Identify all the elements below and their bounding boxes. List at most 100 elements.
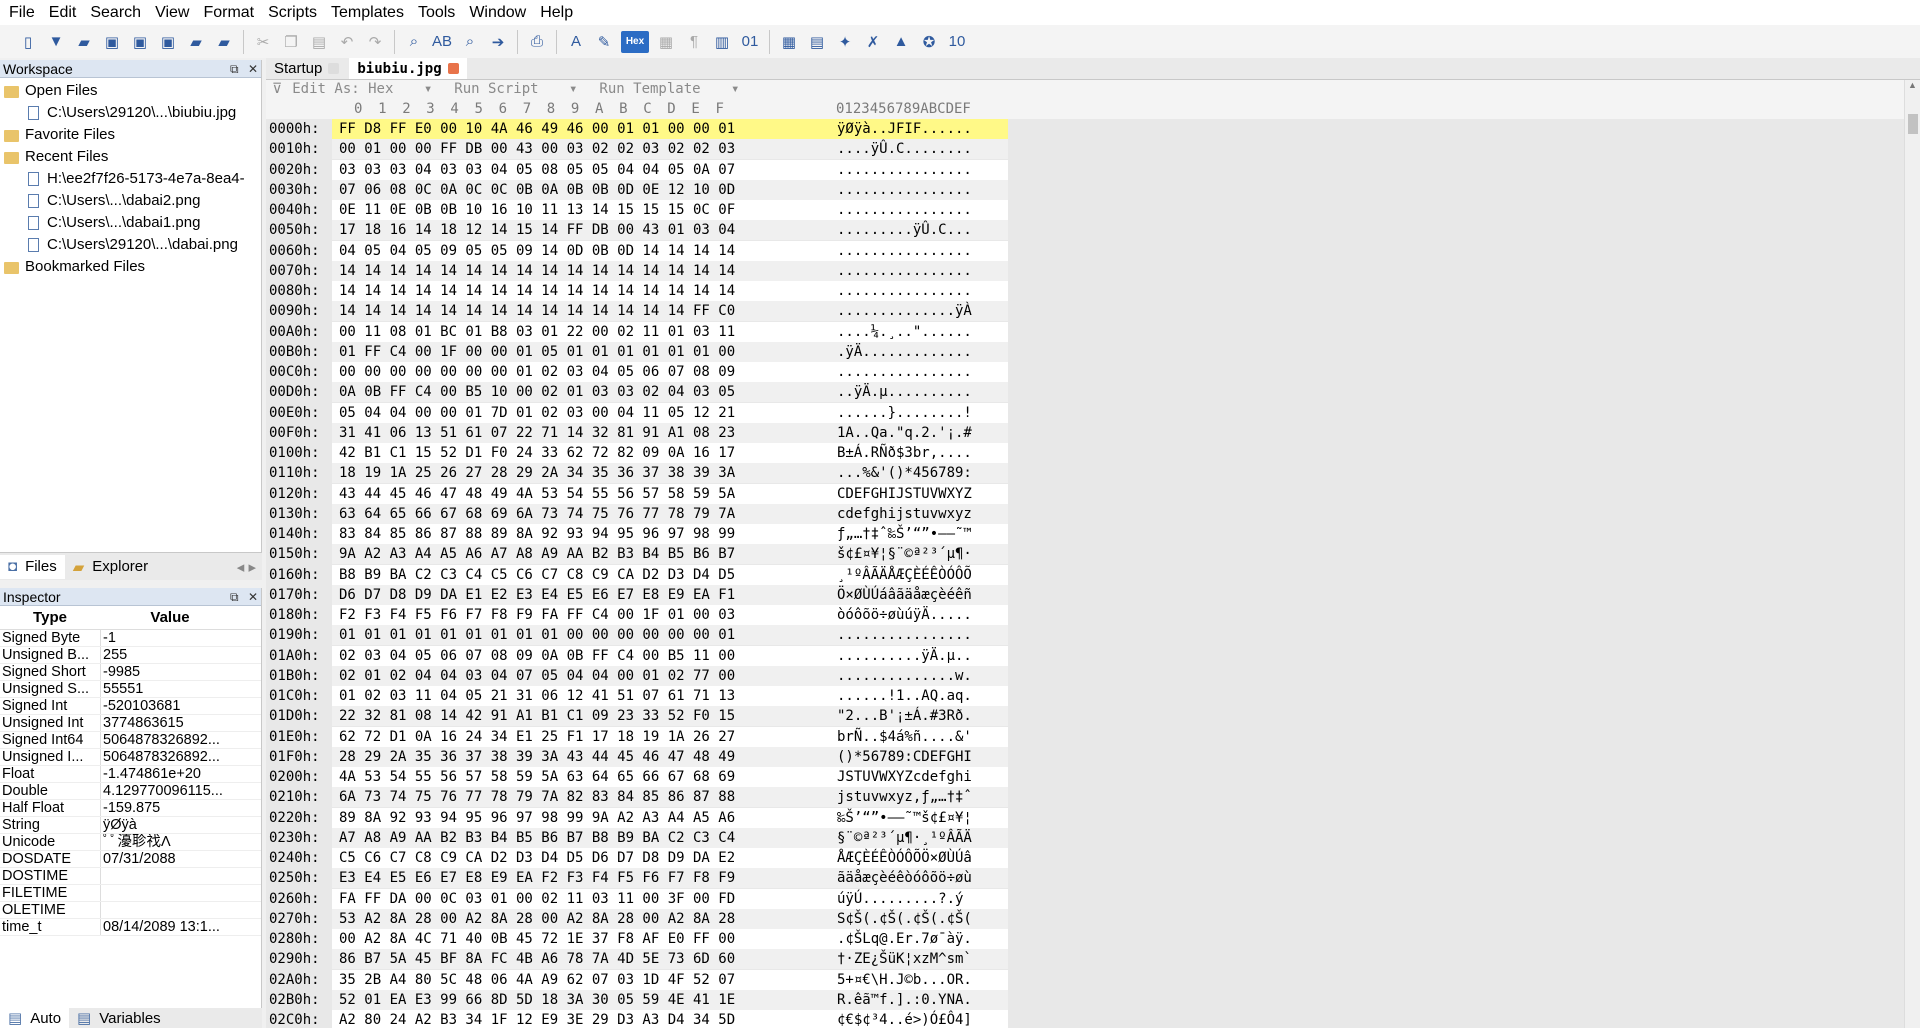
hex-row[interactable]: 0150h: 9A A2 A3 A4 A5 A6 A7 A8 A9 AA B2 B… [266, 544, 1904, 565]
row-ascii[interactable]: úÿÚ.........?.ý [834, 888, 1008, 909]
row-ascii[interactable]: ................ [834, 200, 1008, 220]
inspector-value[interactable]: -520103681 [100, 698, 240, 714]
row-hex-bytes[interactable]: 01 02 03 11 04 05 21 31 06 12 41 51 07 6… [332, 686, 834, 706]
row-hex-bytes[interactable]: 00 01 00 00 FF DB 00 43 00 03 02 02 03 0… [332, 139, 834, 160]
inspector-value[interactable] [100, 885, 240, 901]
row-hex-bytes[interactable]: E3 E4 E5 E6 E7 E8 E9 EA F2 F3 F4 F5 F6 F… [332, 868, 834, 889]
value-column-header[interactable]: Value [100, 606, 240, 629]
tab-variables[interactable]: ▤ Variables [69, 1006, 169, 1028]
scroll-thumb[interactable] [1908, 114, 1918, 134]
hex-row[interactable]: 0010h: 00 01 00 00 FF DB 00 43 00 03 02 0… [266, 139, 1904, 160]
inspector-row[interactable]: Unsigned S... 55551 [0, 681, 261, 698]
hex-row[interactable]: 00C0h: 00 00 00 00 00 00 00 01 02 03 04 0… [266, 362, 1904, 382]
row-hex-bytes[interactable]: 6A 73 74 75 76 77 78 79 7A 82 83 84 85 8… [332, 787, 834, 808]
tab-auto[interactable]: ▤ Auto [0, 1006, 70, 1028]
tree-folder[interactable]: Favorite Files [0, 124, 261, 146]
row-hex-bytes[interactable]: B8 B9 BA C2 C3 C4 C5 C6 C7 C8 C9 CA D2 D… [332, 564, 834, 585]
hex-row[interactable]: 0190h: 01 01 01 01 01 01 01 01 01 00 00 0… [266, 625, 1904, 646]
inspector-value[interactable] [100, 902, 240, 918]
hex-row[interactable]: 0100h: 42 B1 C1 15 52 D1 F0 24 33 62 72 8… [266, 443, 1904, 463]
inspector-row[interactable]: String ÿØÿà [0, 817, 261, 834]
hex-row[interactable]: 0130h: 63 64 65 66 67 68 69 6A 73 74 75 7… [266, 503, 1904, 524]
row-ascii[interactable]: ....¼.¸.."...... [834, 321, 1008, 342]
menu-search[interactable]: Search [83, 0, 148, 25]
tree-file[interactable]: C:\Users\29120\...\dabai.png [0, 234, 261, 256]
redo-icon[interactable]: ↷ [364, 31, 386, 53]
hex-row[interactable]: 0290h: 86 B7 5A 45 BF 8A FC 4B A6 78 7A 4… [266, 949, 1904, 970]
menu-view[interactable]: View [148, 0, 196, 25]
row-hex-bytes[interactable]: 02 01 02 04 04 03 04 07 05 04 04 00 01 0… [332, 665, 834, 686]
hex-row[interactable]: 0280h: 00 A2 8A 4C 71 40 0B 45 72 1E 37 F… [266, 929, 1904, 949]
row-ascii[interactable]: ................ [834, 625, 1008, 646]
row-ascii[interactable]: S¢Š(.¢Š(.¢Š(.¢Š( [834, 908, 1008, 929]
inspector-value[interactable] [100, 868, 240, 884]
inspector-row[interactable]: Signed Byte -1 [0, 630, 261, 647]
close-icon[interactable]: ✕ [248, 60, 258, 78]
hex-row[interactable]: 00A0h: 00 11 08 01 BC 01 B8 03 01 22 00 0… [266, 321, 1904, 342]
inspector-row[interactable]: DOSTIME [0, 868, 261, 885]
hex-row[interactable]: 0270h: 53 A2 8A 28 00 A2 8A 28 00 A2 8A 2… [266, 908, 1904, 929]
row-ascii[interactable]: ......!1..AQ.aq. [834, 686, 1008, 706]
row-hex-bytes[interactable]: 35 2B A4 80 5C 48 06 4A A9 62 07 03 1D 4… [332, 969, 834, 990]
close-icon[interactable]: ✕ [248, 588, 258, 606]
tree-folder[interactable]: Bookmarked Files [0, 256, 261, 278]
print-icon[interactable]: ⎙ [526, 31, 548, 53]
cut-icon[interactable]: ✂ [252, 31, 274, 53]
row-hex-bytes[interactable]: 02 03 04 05 06 07 08 09 0A 0B FF C4 00 B… [332, 645, 834, 666]
tab-explorer[interactable]: ▰ Explorer [65, 555, 156, 579]
row-ascii[interactable]: †·ZE¿ŠüK¦xzM^sm` [834, 949, 1008, 970]
tree-file[interactable]: H:\ee2f7f26-5173-4e7a-8ea4- [0, 168, 261, 190]
base-convert-icon[interactable]: 10 [946, 31, 968, 53]
inspector-row[interactable]: Float -1.474861e+20 [0, 766, 261, 783]
row-ascii[interactable]: ................ [834, 240, 1008, 261]
script-icon[interactable]: ✪ [918, 31, 940, 53]
row-ascii[interactable]: ãäåæçèéêòóôõö÷øù [834, 868, 1008, 889]
row-hex-bytes[interactable]: 28 29 2A 35 36 37 38 39 3A 43 44 45 46 4… [332, 746, 834, 767]
open-recent-icon[interactable]: ▰ [185, 31, 207, 53]
scroll-up-icon[interactable]: ▲ [1905, 80, 1920, 90]
row-ascii[interactable]: ...%&'()*456789: [834, 463, 1008, 484]
row-hex-bytes[interactable]: 07 06 08 0C 0A 0C 0C 0B 0A 0B 0B 0D 0E 1… [332, 179, 834, 200]
hex-row[interactable]: 0240h: C5 C6 C7 C8 C9 CA D2 D3 D4 D5 D6 D… [266, 848, 1904, 868]
row-ascii[interactable]: "2...B'¡±Á.#3Rð. [834, 706, 1008, 727]
hex-row[interactable]: 0060h: 04 05 04 05 09 05 05 09 14 0D 0B 0… [266, 240, 1904, 261]
inspector-row[interactable]: Unsigned B... 255 [0, 647, 261, 664]
tree-file[interactable]: C:\Users\29120\...\biubiu.jpg [0, 102, 261, 124]
row-ascii[interactable]: ......}........! [834, 402, 1008, 423]
columns-icon[interactable]: ▦ [655, 31, 677, 53]
row-ascii[interactable]: §¨©ª²³´µ¶·¸¹ºÂÃÄ [834, 827, 1008, 848]
row-ascii[interactable]: ..............w. [834, 665, 1008, 686]
tab-scroll-arrows[interactable]: ◂ ▸ [237, 558, 256, 576]
tree-file[interactable]: C:\Users\...\dabai2.png [0, 190, 261, 212]
paragraph-icon[interactable]: ¶ [683, 31, 705, 53]
inspector-value[interactable]: -1.474861e+20 [100, 766, 240, 782]
row-hex-bytes[interactable]: 17 18 16 14 18 12 14 15 14 FF DB 00 43 0… [332, 220, 834, 241]
row-hex-bytes[interactable]: 0E 11 0E 0B 0B 10 16 10 11 13 14 15 15 1… [332, 200, 834, 220]
inspector-value[interactable]: -1 [100, 630, 240, 646]
row-hex-bytes[interactable]: 31 41 06 13 51 61 07 22 71 14 32 81 91 A… [332, 422, 834, 443]
histogram-icon[interactable]: ▲ [890, 31, 912, 53]
hex-row[interactable]: 01E0h: 62 72 D1 0A 16 24 34 E1 25 F1 17 1… [266, 726, 1904, 747]
undo-icon[interactable]: ↶ [336, 31, 358, 53]
inspector-value[interactable]: 5064878326892... [100, 732, 240, 748]
row-ascii[interactable]: òóôõö÷øùúÿÄ..... [834, 605, 1008, 625]
hex-row[interactable]: 02A0h: 35 2B A4 80 5C 48 06 4A A9 62 07 0… [266, 969, 1904, 990]
row-hex-bytes[interactable]: 05 04 04 00 00 01 7D 01 02 03 00 04 11 0… [332, 402, 834, 423]
run-template-dropdown[interactable]: Run Template ▾ [599, 81, 739, 97]
row-ascii[interactable]: R.êã™f.].:0.YNA. [834, 989, 1008, 1010]
row-ascii[interactable]: ................ [834, 281, 1008, 301]
tab-biubiu[interactable]: biubiu.jpg [349, 58, 467, 79]
hex-row[interactable]: 00F0h: 31 41 06 13 51 61 07 22 71 14 32 8… [266, 422, 1904, 443]
row-hex-bytes[interactable]: F2 F3 F4 F5 F6 F7 F8 F9 FA FF C4 00 1F 0… [332, 605, 834, 625]
row-hex-bytes[interactable]: D6 D7 D8 D9 DA E1 E2 E3 E4 E5 E6 E7 E8 E… [332, 584, 834, 605]
row-ascii[interactable]: Ö×ØÙÚáâãäåæçèéêñ [834, 584, 1008, 605]
row-ascii[interactable]: ¸¹ºÂÃÄÅÆÇÈÉÊÒÓÔÕ [834, 564, 1008, 585]
collapse-icon[interactable]: ⊽ [272, 81, 282, 97]
row-ascii[interactable]: .¢ŠLq@.Er.7ø¯àÿ. [834, 929, 1008, 949]
calculator-icon[interactable]: ▦ [778, 31, 800, 53]
tree-folder[interactable]: Recent Files [0, 146, 261, 168]
inspector-value[interactable]: 255 [100, 647, 240, 663]
save-icon[interactable]: ▣ [101, 31, 123, 53]
hex-row[interactable]: 0030h: 07 06 08 0C 0A 0C 0C 0B 0A 0B 0B 0… [266, 179, 1904, 200]
inspector-row[interactable]: Signed Int64 5064878326892... [0, 732, 261, 749]
